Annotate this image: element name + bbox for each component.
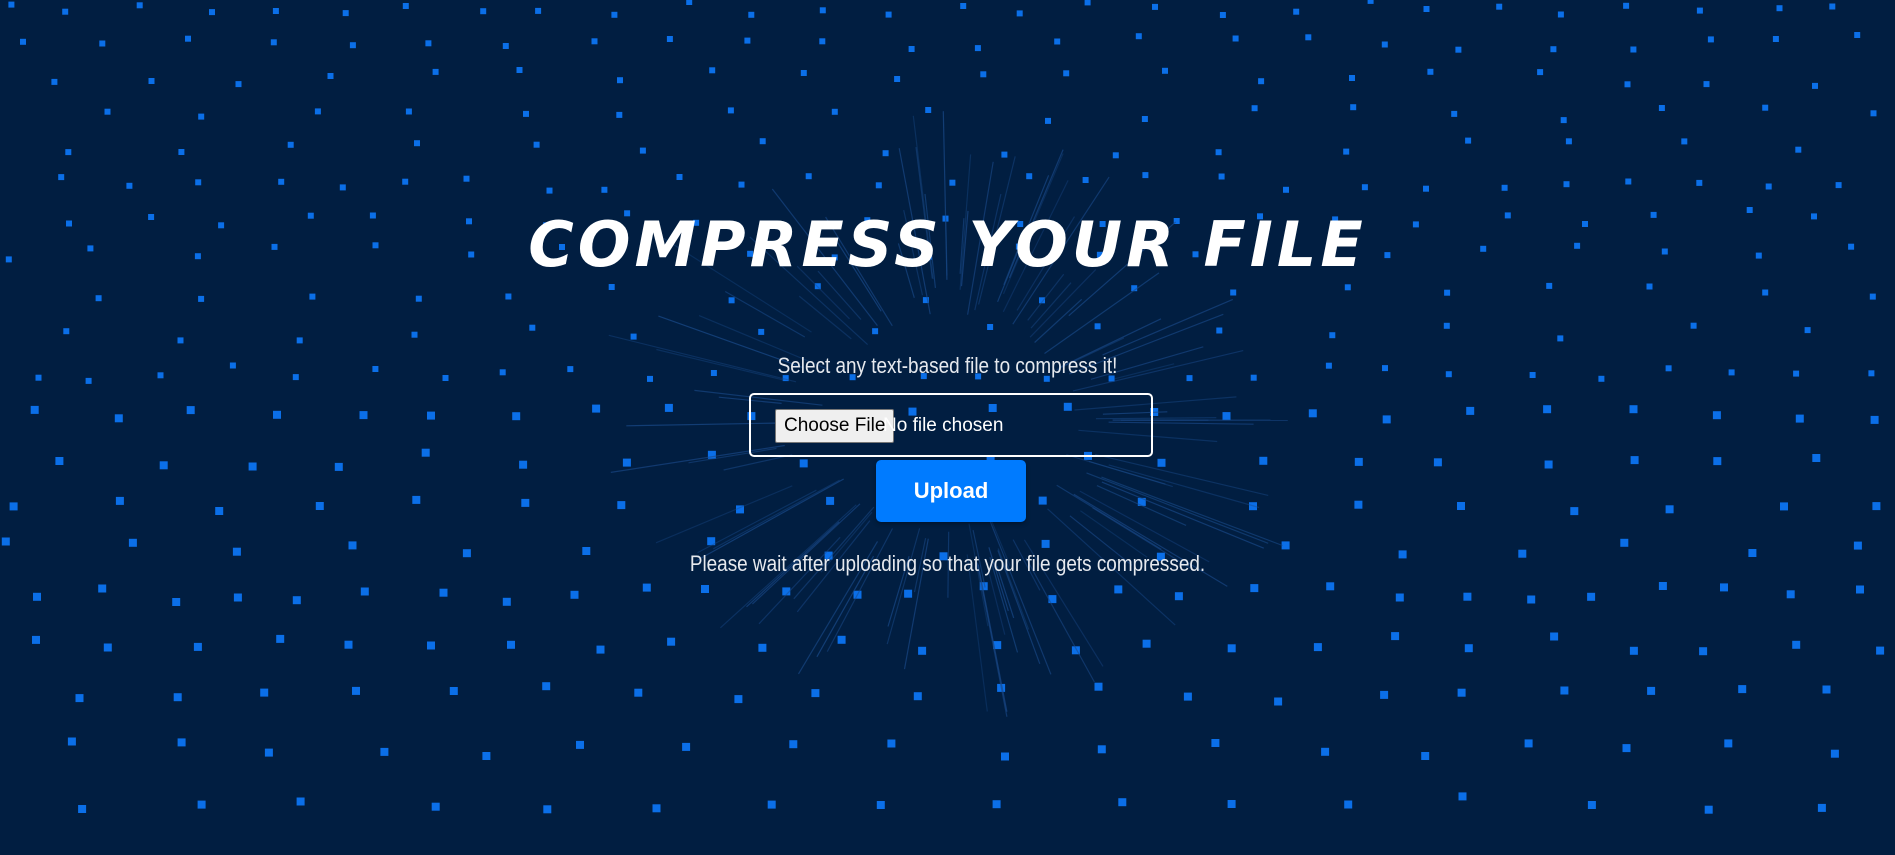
choose-file-button[interactable]: Choose File <box>775 409 895 443</box>
page-title: COMPRESS YOUR FILE <box>528 208 1367 281</box>
upload-button[interactable]: Upload <box>876 460 1026 522</box>
instruction-text: Select any text-based file to compress i… <box>777 353 1118 378</box>
file-input-box[interactable]: Choose File No file chosen <box>749 393 1153 457</box>
main-content: COMPRESS YOUR FILE Select any text-based… <box>0 0 1895 855</box>
page-background: COMPRESS YOUR FILE Select any text-based… <box>0 0 1895 855</box>
file-status-text: No file chosen <box>883 415 1004 436</box>
wait-note-text: Please wait after uploading so that your… <box>689 551 1206 576</box>
